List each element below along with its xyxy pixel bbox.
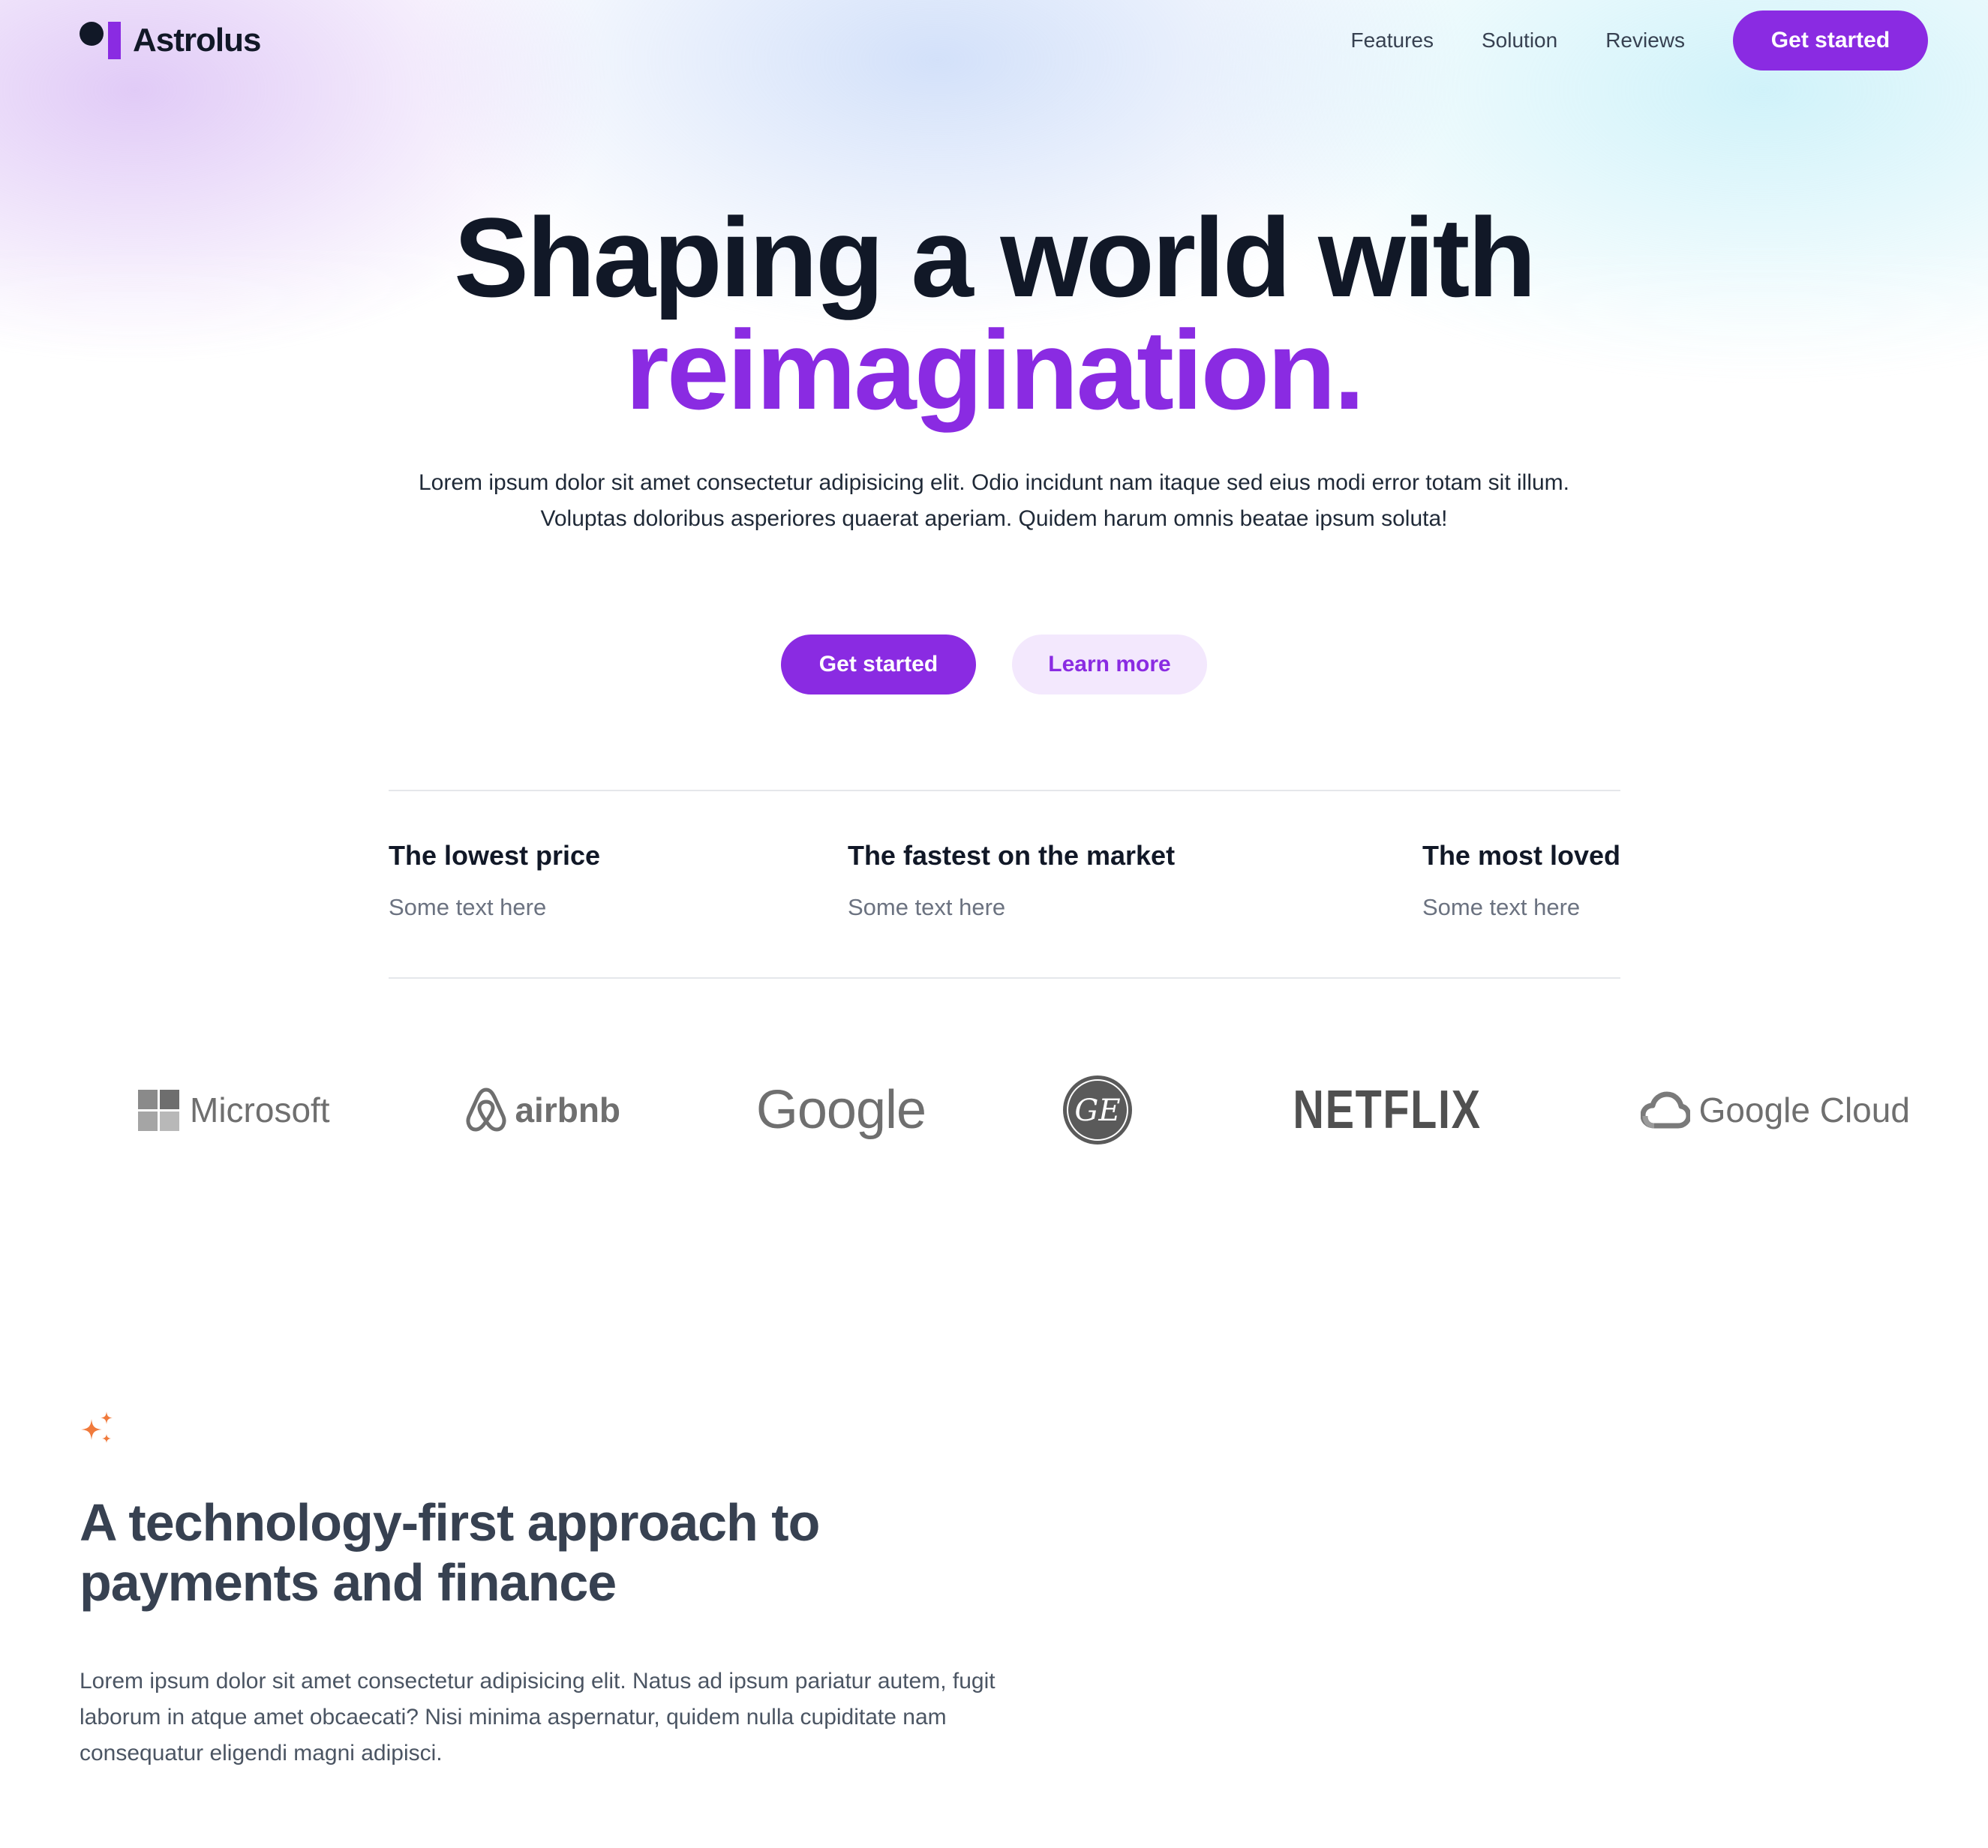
airbnb-wordmark: airbnb — [515, 1090, 621, 1130]
hero-title: Shaping a world with reimagination. — [0, 201, 1988, 426]
airbnb-logo: airbnb — [465, 1087, 620, 1133]
airbnb-belo-icon — [466, 1088, 506, 1132]
stat-text: Some text here — [389, 894, 547, 920]
feature-description: Lorem ipsum dolor sit amet consectetur a… — [80, 1669, 996, 1766]
microsoft-wordmark: Microsoft — [190, 1090, 330, 1130]
nav-link-solution[interactable]: Solution — [1482, 28, 1557, 52]
stat-title: The most loved — [1422, 840, 1620, 871]
microsoft-grid-icon — [138, 1089, 179, 1131]
nav-link-features[interactable]: Features — [1351, 28, 1434, 52]
microsoft-logo: Microsoft — [138, 1089, 330, 1131]
ge-monogram-text: GE — [1074, 1094, 1120, 1128]
stat-text: Some text here — [847, 894, 1006, 920]
brand-logo[interactable]: Astrolus — [80, 20, 261, 62]
stat-title: The lowest price — [389, 840, 601, 871]
netflix-logo: NETFLIX — [1269, 1079, 1505, 1141]
google-cloud-wordmark: Google Cloud — [1698, 1090, 1910, 1130]
hero-get-started-button[interactable]: Get started — [781, 634, 976, 694]
stats-row: The lowest price Some text here The fast… — [389, 840, 1620, 921]
logo-dot-icon — [80, 22, 104, 46]
stat-item: The fastest on the market Some text here — [848, 840, 1175, 921]
nav-get-started-button[interactable]: Get started — [1733, 10, 1928, 70]
google-logo: Google — [756, 1079, 926, 1141]
netflix-wordmark: NETFLIX — [1293, 1080, 1482, 1140]
ge-monogram-icon: GE — [1062, 1076, 1132, 1144]
client-logos: Microsoft airbnb Google GE NETFLIX Googl… — [80, 1065, 1910, 1155]
hero-subtitle-line1: Lorem ipsum dolor sit amet consectetur a… — [418, 470, 1569, 495]
hero-subtitle: Lorem ipsum dolor sit amet consectetur a… — [319, 465, 1669, 537]
google-cloud-logo: Google Cloud — [1640, 1090, 1910, 1130]
logo-text: Astrolus — [133, 22, 261, 58]
stats-divider-bottom — [389, 977, 1620, 979]
nav-link-reviews[interactable]: Reviews — [1605, 28, 1685, 52]
stat-item: The lowest price Some text here — [389, 840, 600, 921]
top-nav: Features Solution Reviews Get started — [1351, 10, 1928, 70]
hero-cta-group: Get started Learn more — [0, 634, 1988, 694]
hero-learn-more-button[interactable]: Learn more — [1012, 634, 1207, 694]
stat-text: Some text here — [1422, 894, 1581, 920]
sparkle-icon — [81, 1412, 113, 1443]
hero-title-line1: Shaping a world with — [454, 194, 1536, 320]
hero-subtitle-line2: Voluptas doloribus asperiores quaerat ap… — [540, 506, 1448, 531]
stat-item: The most loved Some text here — [1422, 840, 1620, 921]
stat-title: The fastest on the market — [847, 840, 1176, 871]
hero-title-accent: reimagination. — [625, 307, 1365, 433]
cloud-icon — [1640, 1091, 1690, 1129]
feature-title: A technology-first approach to payments … — [80, 1493, 820, 1612]
stats-divider-top — [389, 790, 1620, 791]
logo-bar-icon — [108, 22, 121, 59]
google-wordmark: Google — [755, 1080, 926, 1140]
ge-logo: GE — [1062, 1074, 1134, 1146]
